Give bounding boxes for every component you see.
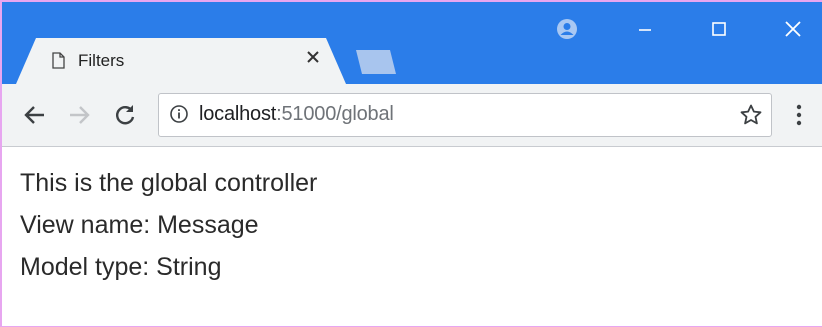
tab-filters[interactable]: Filters (16, 38, 346, 84)
url-host: localhost (199, 103, 277, 125)
address-bar[interactable]: localhost:51000/global (158, 93, 772, 137)
reload-icon[interactable] (112, 102, 138, 128)
tab-close-icon[interactable] (306, 50, 320, 64)
menu-dots-icon[interactable] (795, 103, 803, 127)
url-text: localhost:51000/global (199, 103, 394, 126)
bookmark-star-icon[interactable] (739, 103, 763, 127)
title-bar: Filters (2, 2, 822, 84)
tab-title: Filters (78, 51, 125, 70)
forward-arrow-icon[interactable] (66, 102, 92, 128)
browser-toolbar: localhost:51000/global (2, 84, 822, 147)
back-arrow-icon[interactable] (22, 102, 48, 128)
controller-message: This is the global controller (20, 169, 318, 197)
maximize-icon[interactable] (708, 18, 730, 40)
profile-icon[interactable] (556, 18, 578, 40)
info-icon[interactable] (170, 105, 188, 123)
minimize-icon[interactable] (634, 18, 656, 40)
new-tab-button[interactable] (356, 50, 396, 74)
close-icon[interactable] (782, 18, 804, 40)
url-path: :51000/global (276, 103, 394, 125)
document-icon (52, 52, 65, 69)
browser-window: Filters localhost:51000/global This is t… (0, 0, 822, 327)
view-name-line: View name: Message (20, 211, 259, 239)
model-type-line: Model type: String (20, 253, 222, 281)
page-content: This is the global controller View name:… (20, 162, 317, 288)
